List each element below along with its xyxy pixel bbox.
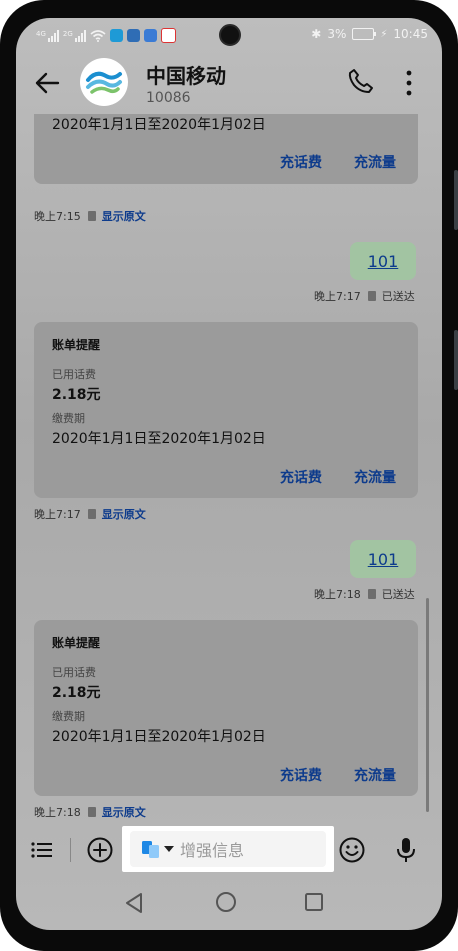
used-fee-value: 2.18元 [52,685,101,701]
signal-1-icon: 4G [36,29,59,42]
nav-home-icon[interactable] [214,890,238,914]
contact-number: 10086 [146,90,191,106]
microphone-icon[interactable] [396,836,416,864]
message-list[interactable]: 2020年1月1日至2020年1月02日 充话费 充流量 晚上7:15 显示原文… [16,114,442,824]
show-original-link[interactable]: 显示原文 [102,804,146,820]
phone-frame: 4G 2G ✱ 3% ⚡ 10:45 中国移动 10086 2020年1月1日至… [0,0,458,951]
recharge-fee-button[interactable]: 充话费 [280,152,322,172]
status-left: 4G 2G [36,28,176,43]
china-mobile-logo-icon [81,59,127,105]
message-time: 晚上7:17 [34,508,81,521]
add-attachment-icon[interactable] [86,836,114,864]
nav-back-icon[interactable] [124,892,144,914]
volume-button [454,330,458,390]
conversation-header: 中国移动 10086 [16,54,442,116]
message-time: 晚上7:18 [34,806,81,819]
sent-message-bubble[interactable]: 101 [350,242,416,280]
emoji-icon[interactable] [338,836,366,864]
sim-card-selector-icon[interactable] [142,840,160,858]
delivery-status: 已送达 [381,290,415,303]
recharge-data-button[interactable]: 充流量 [354,152,396,172]
message-time: 晚上7:17 [314,290,361,303]
status-bar: 4G 2G ✱ 3% ⚡ 10:45 [16,18,442,54]
payment-period-value: 2020年1月1日至2020年1月02日 [52,729,266,745]
message-meta: 晚上7:18 显示原文 [34,804,146,820]
message-meta: 晚上7:17 已送达 [314,288,415,304]
message-input-placeholder[interactable]: 增强信息 [180,837,244,861]
document-icon [87,211,96,221]
back-arrow-icon[interactable] [32,68,62,98]
payment-period-value: 2020年1月1日至2020年1月02日 [52,431,266,447]
bill-reminder-card: 账单提醒 已用话费 2.18元 缴费期 2020年1月1日至2020年1月02日… [34,620,418,796]
bluetooth-icon: ✱ [311,27,322,41]
card-title: 账单提醒 [52,338,101,352]
app-notification-icon [126,29,140,42]
sent-message-bubble[interactable]: 101 [350,540,416,578]
wifi-icon [90,29,106,42]
composer-divider [70,838,71,862]
message-input[interactable]: 增强信息 [130,831,326,867]
charging-icon: ⚡ [380,28,388,40]
system-navigation-bar [16,880,442,930]
app-notification-icon [109,29,123,42]
bill-reminder-card: 2020年1月1日至2020年1月02日 充话费 充流量 [34,114,418,184]
contact-name: 中国移动 [146,64,226,88]
card-title: 账单提醒 [52,636,101,650]
recharge-fee-button[interactable]: 充话费 [280,467,322,487]
message-meta: 晚上7:18 已送达 [314,586,415,602]
document-icon [87,807,96,817]
bill-reminder-card: 账单提醒 已用话费 2.18元 缴费期 2020年1月1日至2020年1月02日… [34,322,418,498]
status-time: 10:45 [393,27,428,41]
message-composer: 增强信息 [16,824,442,876]
status-right: ✱ 3% ⚡ 10:45 [311,27,428,41]
phone-call-icon[interactable] [346,66,376,96]
used-fee-value: 2.18元 [52,387,101,403]
used-fee-label: 已用话费 [52,368,96,381]
recharge-data-button[interactable]: 充流量 [354,765,396,785]
menu-list-icon[interactable] [30,838,54,862]
battery-icon [352,28,377,40]
maps-notification-icon [160,28,176,43]
battery-percent: 3% [327,27,347,41]
recharge-data-button[interactable]: 充流量 [354,467,396,487]
chevron-down-icon[interactable] [164,846,174,852]
nav-recent-apps-icon[interactable] [304,892,324,912]
message-list-scrollbar[interactable] [426,598,429,812]
contact-avatar[interactable] [80,58,128,106]
document-icon [367,589,376,599]
signal-2-icon: 2G [63,29,86,42]
screen: 4G 2G ✱ 3% ⚡ 10:45 中国移动 10086 2020年1月1日至… [16,18,442,930]
front-camera [219,24,241,46]
delivery-status: 已送达 [381,588,415,601]
document-icon [87,509,96,519]
message-meta: 晚上7:15 显示原文 [34,208,146,224]
used-fee-label: 已用话费 [52,666,96,679]
recharge-fee-button[interactable]: 充话费 [280,765,322,785]
sent-message-text[interactable]: 101 [368,550,399,569]
power-button [454,170,458,230]
show-original-link[interactable]: 显示原文 [102,506,146,522]
message-input-container[interactable]: 增强信息 [122,826,334,872]
document-icon [367,291,376,301]
payment-period-value: 2020年1月1日至2020年1月02日 [52,117,266,133]
payment-period-label: 缴费期 [52,412,85,425]
show-original-link[interactable]: 显示原文 [102,208,146,224]
message-time: 晚上7:15 [34,210,81,223]
message-time: 晚上7:18 [314,588,361,601]
sent-message-text[interactable]: 101 [368,252,399,271]
app-notification-icon [143,29,157,42]
message-meta: 晚上7:17 显示原文 [34,506,146,522]
more-options-icon[interactable] [402,68,416,98]
payment-period-label: 缴费期 [52,710,85,723]
